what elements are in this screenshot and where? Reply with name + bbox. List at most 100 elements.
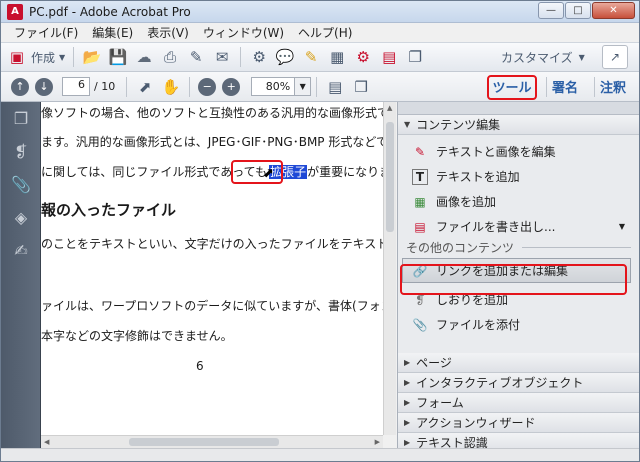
create-button[interactable]: ▣ 作成 ▼ <box>7 45 65 69</box>
maximize-button[interactable]: □ <box>565 2 591 19</box>
envelope-icon: ✉ <box>215 48 229 66</box>
minimize-button[interactable]: — <box>538 2 564 19</box>
speech-bubble-icon: 💬 <box>275 48 295 66</box>
close-button[interactable]: ✕ <box>592 2 635 19</box>
upload-cloud-button[interactable]: ☁ <box>134 45 154 69</box>
edit-text-images-item[interactable]: ✎ テキストと画像を編集 <box>398 139 639 164</box>
section-pages[interactable]: ▶ ページ <box>398 353 639 373</box>
triangle-right-icon: ▶ <box>404 398 411 407</box>
attach-file-label: ファイルを添付 <box>436 318 521 332</box>
triangle-right-icon: ▶ <box>404 358 411 367</box>
horizontal-scroll-thumb[interactable] <box>129 438 279 446</box>
next-page-button[interactable]: ↓ <box>35 77 53 96</box>
chevron-down-icon: ▼ <box>618 222 625 231</box>
document-page[interactable]: 像ソフトの場合、他のソフトと互換性のある汎用的な画像形式で保存 ます。汎用的な画… <box>41 102 383 448</box>
menu-window[interactable]: ウィンドウ(W) <box>196 24 291 41</box>
signatures-button[interactable]: ✍ <box>1 234 41 267</box>
vertical-scrollbar[interactable]: ▲ <box>383 102 396 435</box>
section-forms-label: フォーム <box>416 396 464 410</box>
fit-page-icon: ❒ <box>354 77 368 96</box>
title-bar: A PC.pdf - Adobe Acrobat Pro — □ ✕ <box>1 1 639 23</box>
zoom-out-button[interactable]: − <box>198 77 217 96</box>
doc-line-5: ァイルは、ワープロソフトのデータに似ていますが、書体(フォント)やサ <box>41 299 383 313</box>
export-button[interactable]: ▤ <box>379 45 399 69</box>
zoom-input[interactable]: 80% <box>251 77 296 96</box>
open-button[interactable]: 📂 <box>82 45 102 69</box>
export-pdf-icon: ▤ <box>382 48 397 66</box>
edit-document-icon: ✎ <box>189 48 203 66</box>
hand-icon: ✋ <box>161 77 181 96</box>
section-action-wizard[interactable]: ▶ アクションウィザード <box>398 413 639 433</box>
scroll-left-icon: ◀ <box>44 438 50 446</box>
section-pages-label: ページ <box>416 356 452 370</box>
menu-edit[interactable]: 編集(E) <box>85 24 140 41</box>
save-button[interactable]: 💾 <box>108 45 128 69</box>
export-file-item[interactable]: ▤ ファイルを書き出し... ▼ <box>398 214 639 239</box>
previous-page-button[interactable]: ↑ <box>11 77 29 96</box>
gear-icon: ⚙ <box>252 48 266 66</box>
arrow-down-icon: ↓ <box>39 80 49 93</box>
hand-tool-button[interactable]: ✋ <box>161 75 181 99</box>
main-toolbar: ▣ 作成 ▼ 📂 💾 ☁ ⎙ ✎ ✉ ⚙ 💬 ✎ ▦ ⚙ ▤ ❐ カスタマイズ … <box>1 42 639 72</box>
expand-icon: ↗ <box>609 50 621 64</box>
pages-icon: ❐ <box>408 48 422 66</box>
combine-button[interactable]: ❐ <box>405 45 425 69</box>
expand-button[interactable]: ↗ <box>602 45 628 69</box>
section-content-edit-label: コンテンツ編集 <box>416 118 501 132</box>
subheader-divider <box>522 247 631 248</box>
menu-view[interactable]: 表示(V) <box>140 24 196 41</box>
section-forms[interactable]: ▶ フォーム <box>398 393 639 413</box>
chevron-down-icon: ▼ <box>299 82 306 91</box>
stamp-button[interactable]: ✎ <box>301 45 321 69</box>
page-number: 6 <box>196 359 204 373</box>
image-icon: ▦ <box>414 194 426 209</box>
certify-button[interactable]: ⚙ <box>353 45 373 69</box>
scroll-mode-button[interactable]: ▤ <box>325 75 345 99</box>
select-tool-button[interactable]: ⬈ <box>135 75 155 99</box>
layers-button[interactable]: ◈ <box>1 201 41 234</box>
tools-panel: ▼ コンテンツ編集 ✎ テキストと画像を編集 T テキストを追加 ▦ 画像を追加… <box>397 102 639 453</box>
toolbar-divider <box>126 76 128 97</box>
menu-file[interactable]: ファイル(F) <box>7 24 85 41</box>
tab-sign[interactable]: 署名 <box>547 74 583 99</box>
page-thumbnails-button[interactable]: ❐ <box>1 102 41 135</box>
attachments-button[interactable]: 📎 <box>1 168 41 201</box>
comment-button[interactable]: 💬 <box>275 45 295 69</box>
printer-icon: ⎙ <box>164 48 177 66</box>
highlighter-icon: ✎ <box>304 48 318 66</box>
bookmarks-button[interactable]: ❡ <box>1 135 41 168</box>
customize-button[interactable]: カスタマイズ ▼ <box>501 45 585 69</box>
doc-line-1: 像ソフトの場合、他のソフトと互換性のある汎用的な画像形式で保存 <box>41 106 383 120</box>
section-interactive-objects[interactable]: ▶ インタラクティブオブジェクト <box>398 373 639 393</box>
add-image-item[interactable]: ▦ 画像を追加 <box>398 189 639 214</box>
fit-page-button[interactable]: ❒ <box>351 75 371 99</box>
acrobat-window: A PC.pdf - Adobe Acrobat Pro — □ ✕ ファイル(… <box>0 0 640 462</box>
cloud-upload-icon: ☁ <box>136 48 152 66</box>
folder-open-icon: 📂 <box>82 48 102 66</box>
attach-file-item[interactable]: 📎 ファイルを添付 <box>398 312 639 337</box>
section-content-edit[interactable]: ▼ コンテンツ編集 <box>398 115 639 135</box>
settings-button[interactable]: ⚙ <box>249 45 269 69</box>
zoom-in-button[interactable]: + <box>222 77 241 96</box>
forms-button[interactable]: ▦ <box>327 45 347 69</box>
tab-comment[interactable]: 注釈 <box>595 74 631 99</box>
triangle-right-icon: ▶ <box>404 438 411 447</box>
export-file-icon: ▤ <box>414 219 426 234</box>
edit-form-button[interactable]: ✎ <box>186 45 206 69</box>
link-highlight <box>400 264 627 295</box>
add-text-label: テキストを追加 <box>436 170 520 184</box>
save-icon: 💾 <box>108 48 128 66</box>
horizontal-scrollbar[interactable]: ◀ ▶ <box>41 435 383 448</box>
menu-help[interactable]: ヘルプ(H) <box>291 24 359 41</box>
email-button[interactable]: ✉ <box>212 45 232 69</box>
edit-text-image-icon: ✎ <box>414 144 426 159</box>
toolbar-divider <box>189 76 191 97</box>
vertical-scroll-thumb[interactable] <box>386 122 394 232</box>
doc-line-6: 本字などの文字修飾はできません。 <box>41 329 233 343</box>
print-button[interactable]: ⎙ <box>160 45 180 69</box>
doc-line-2: ます。汎用的な画像形式とは、JPEG･GIF･PNG･BMP 形式などです。 <box>41 135 383 149</box>
layers-icon: ◈ <box>14 208 28 227</box>
page-number-input[interactable]: 6 <box>62 77 90 96</box>
add-text-item[interactable]: T テキストを追加 <box>398 164 639 189</box>
zoom-dropdown[interactable]: ▼ <box>295 77 312 96</box>
